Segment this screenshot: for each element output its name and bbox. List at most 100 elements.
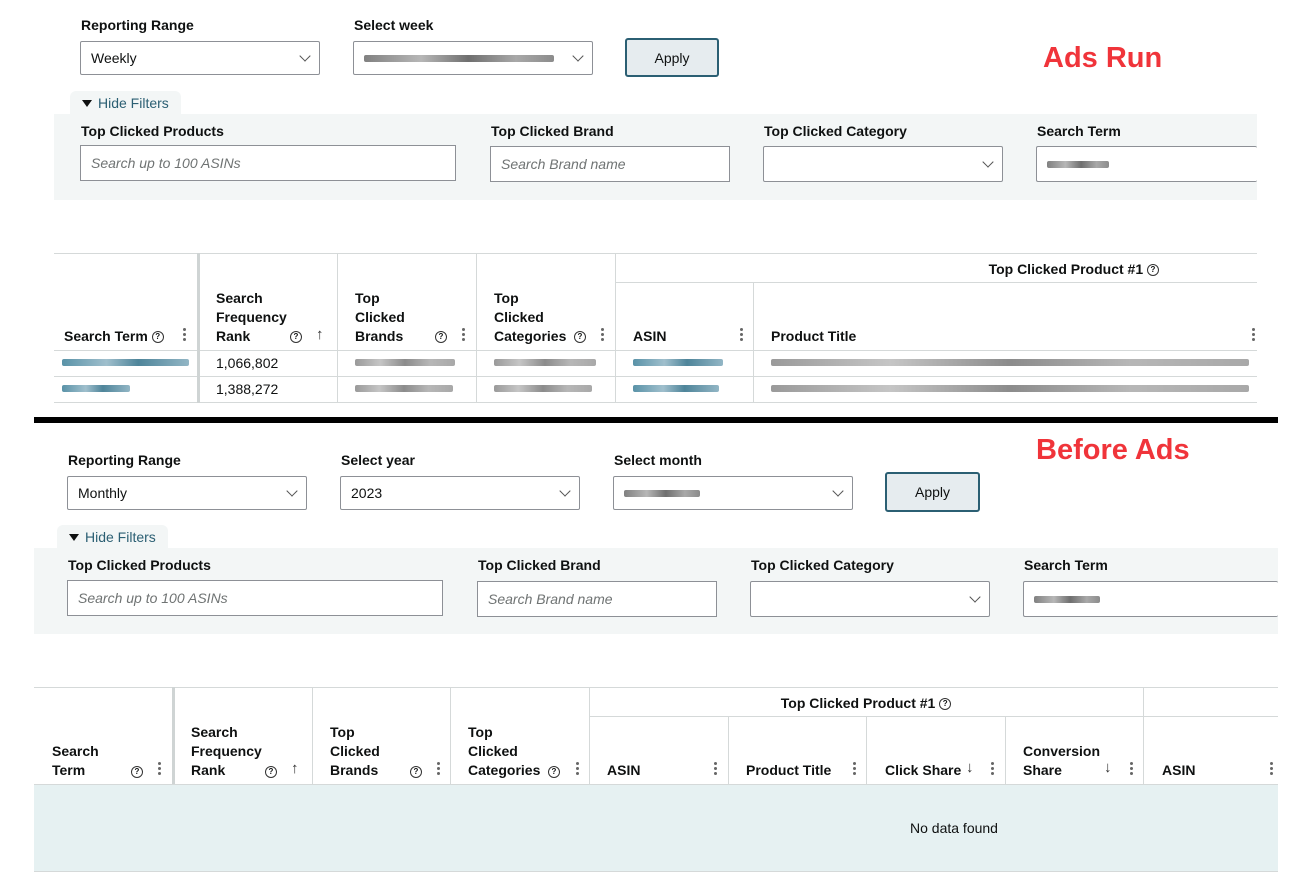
- section-divider: [34, 417, 1278, 423]
- select-month-label: Select month: [614, 452, 702, 468]
- redacted-search-term: [1034, 595, 1100, 603]
- empty-table-body: [34, 785, 1278, 872]
- apply-button[interactable]: Apply: [885, 472, 980, 512]
- redacted-category: [494, 385, 592, 392]
- column-menu-icon[interactable]: [740, 326, 744, 343]
- help-icon: ?: [435, 331, 447, 343]
- col-top-clicked-categories[interactable]: Top Clicked Categories: [468, 723, 540, 780]
- col-top-clicked-categories[interactable]: Top Clicked Categories: [494, 289, 566, 346]
- help-icon: ?: [548, 766, 560, 778]
- column-menu-icon[interactable]: [1130, 760, 1134, 777]
- top-clicked-brand-label: Top Clicked Brand: [478, 557, 601, 573]
- col-search-term[interactable]: Search Term: [52, 742, 99, 780]
- redacted-search-term-link[interactable]: [62, 359, 189, 366]
- column-menu-icon[interactable]: [437, 760, 441, 777]
- column-menu-icon[interactable]: [1270, 760, 1274, 777]
- column-menu-icon[interactable]: [183, 326, 187, 343]
- help-icon: ?: [151, 331, 164, 344]
- help-icon: ?: [290, 331, 302, 343]
- reporting-range-select[interactable]: Weekly: [80, 41, 320, 75]
- sort-descending-icon[interactable]: ↓: [966, 759, 974, 776]
- search-term-label: Search Term: [1037, 123, 1121, 139]
- redacted-week-value: [364, 54, 554, 62]
- col-conversion-share[interactable]: Conversion Share: [1023, 742, 1100, 780]
- column-menu-icon[interactable]: [601, 326, 605, 343]
- top-clicked-brand-label: Top Clicked Brand: [491, 123, 614, 139]
- chevron-down-icon: [286, 485, 298, 497]
- apply-button[interactable]: Apply: [625, 38, 719, 77]
- column-menu-icon[interactable]: [158, 760, 162, 777]
- col-search-frequency-rank[interactable]: Search Frequency Rank: [216, 289, 287, 346]
- group-header-product-1: Top Clicked Product #1 ?: [589, 694, 1143, 713]
- reporting-range-label: Reporting Range: [68, 452, 181, 468]
- hide-filters-label: Hide Filters: [85, 529, 156, 545]
- category-select[interactable]: [763, 146, 1003, 182]
- column-menu-icon[interactable]: [576, 760, 580, 777]
- redacted-product-title: [771, 359, 1249, 366]
- chevron-down-icon: [572, 50, 584, 62]
- col-product-title[interactable]: Product Title: [771, 327, 856, 346]
- help-icon: ?: [131, 766, 143, 778]
- reporting-range-select[interactable]: Monthly: [67, 476, 307, 510]
- help-icon: ?: [574, 331, 586, 343]
- sort-ascending-icon[interactable]: ↑: [316, 326, 324, 343]
- redacted-asin-link[interactable]: [633, 385, 719, 392]
- help-icon: ?: [939, 698, 952, 711]
- brand-search-input[interactable]: Search Brand name: [477, 581, 717, 617]
- chevron-down-icon: [969, 591, 981, 603]
- search-frequency-rank-cell: 1,066,802: [216, 355, 279, 371]
- chevron-down-icon: [559, 485, 571, 497]
- hide-filters-toggle[interactable]: Hide Filters: [70, 91, 181, 115]
- redacted-product-title: [771, 385, 1249, 392]
- no-data-message: No data found: [910, 820, 998, 836]
- col-search-frequency-rank[interactable]: Search Frequency Rank: [191, 723, 262, 780]
- chevron-down-icon: [299, 50, 311, 62]
- top-clicked-category-label: Top Clicked Category: [764, 123, 907, 139]
- asin-search-input[interactable]: Search up to 100 ASINs: [80, 145, 456, 181]
- select-year-value: 2023: [351, 485, 383, 501]
- category-select[interactable]: [750, 581, 990, 617]
- sort-ascending-icon[interactable]: ↑: [291, 760, 299, 777]
- redacted-asin-link[interactable]: [633, 359, 723, 366]
- col-product-title[interactable]: Product Title: [746, 761, 831, 780]
- top-clicked-category-label: Top Clicked Category: [751, 557, 894, 573]
- reporting-range-label: Reporting Range: [81, 17, 194, 33]
- column-menu-icon[interactable]: [853, 760, 857, 777]
- brand-search-input[interactable]: Search Brand name: [490, 146, 730, 182]
- redacted-brand: [355, 359, 455, 366]
- select-week-dropdown[interactable]: [353, 41, 593, 75]
- col-asin[interactable]: ASIN: [607, 761, 640, 780]
- search-term-input[interactable]: [1036, 146, 1257, 182]
- help-icon: ?: [265, 766, 277, 778]
- col-top-clicked-brands[interactable]: Top Clicked Brands: [330, 723, 380, 780]
- chevron-down-icon: [832, 485, 844, 497]
- select-month-dropdown[interactable]: [613, 476, 853, 510]
- sort-descending-icon[interactable]: ↓: [1104, 759, 1112, 776]
- col-click-share[interactable]: Click Share: [885, 761, 961, 780]
- col-asin-2[interactable]: ASIN: [1162, 761, 1195, 780]
- help-icon: ?: [410, 766, 422, 778]
- search-term-input[interactable]: [1023, 581, 1278, 617]
- redacted-search-term-link[interactable]: [62, 385, 130, 392]
- hide-filters-toggle[interactable]: Hide Filters: [57, 525, 168, 549]
- select-year-dropdown[interactable]: 2023: [340, 476, 580, 510]
- reporting-range-value: Monthly: [78, 485, 128, 501]
- help-icon: ?: [1147, 264, 1159, 277]
- column-menu-icon[interactable]: [1252, 326, 1256, 343]
- redacted-search-term: [1047, 160, 1109, 168]
- column-menu-icon[interactable]: [714, 760, 718, 777]
- column-menu-icon[interactable]: [991, 760, 995, 777]
- col-asin[interactable]: ASIN: [633, 327, 666, 346]
- col-top-clicked-brands[interactable]: Top Clicked Brands: [355, 289, 405, 346]
- ads-run-annotation: Ads Run: [1043, 42, 1163, 74]
- hide-filters-label: Hide Filters: [98, 95, 169, 111]
- filter-icon: [82, 99, 92, 107]
- group-header-product-1: Top Clicked Product #1 ?: [0, 260, 1257, 279]
- asin-search-input[interactable]: Search up to 100 ASINs: [67, 580, 443, 616]
- column-menu-icon[interactable]: [462, 326, 466, 343]
- select-week-label: Select week: [354, 17, 434, 33]
- search-term-label: Search Term: [1024, 557, 1108, 573]
- col-search-term[interactable]: Search Term ?: [64, 327, 164, 346]
- redacted-brand: [355, 385, 453, 392]
- redacted-category: [494, 359, 596, 366]
